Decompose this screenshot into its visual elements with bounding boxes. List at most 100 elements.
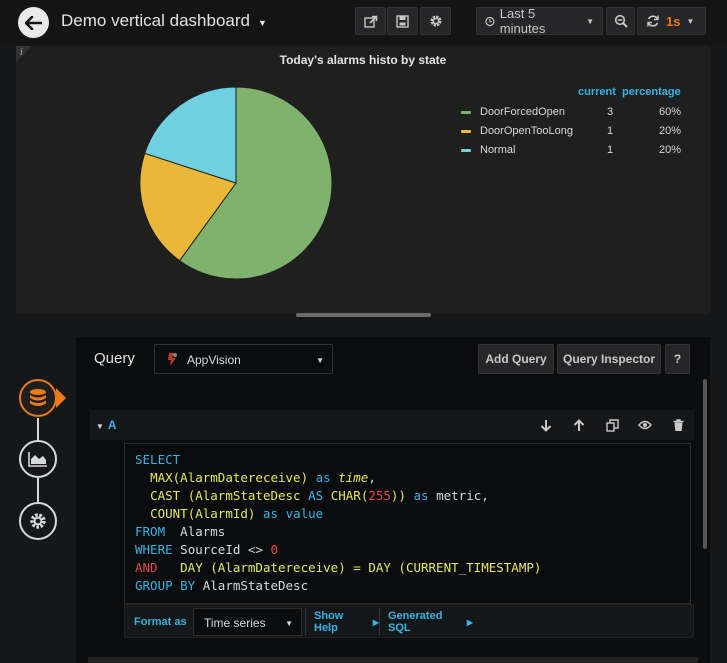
sql-text: )) <box>390 488 406 503</box>
datasource-picker[interactable]: AppVision ▼ <box>154 344 333 374</box>
appvision-logo-icon <box>168 353 177 366</box>
format-as-select[interactable]: Time series ▼ <box>193 608 302 636</box>
legend-current: 3 <box>607 106 614 118</box>
active-rail-pointer <box>56 388 66 408</box>
sql-text: AlarmStateDesc <box>202 578 309 593</box>
sql-function: CURRENT_TIMESTAMP <box>405 560 534 575</box>
sql-function: DAY <box>368 560 391 575</box>
pie-chart-panel: i Today's alarms histo by state current … <box>16 46 710 317</box>
query-inspector-button[interactable]: Query Inspector <box>557 344 661 374</box>
share-icon <box>363 15 377 28</box>
clock-icon <box>485 16 495 26</box>
legend-series-name: DoorOpenTooLong <box>480 125 573 137</box>
sql-text: , <box>368 470 376 485</box>
rail-connector <box>37 418 39 442</box>
legend-series-name: Normal <box>480 144 516 156</box>
save-dashboard-button[interactable] <box>387 7 418 35</box>
legend-percentage: 20% <box>659 125 682 137</box>
sql-alias: metric, <box>436 488 489 503</box>
sql-function: DAY <box>180 560 203 575</box>
sql-text: ( <box>390 560 406 575</box>
editor-scrollbar[interactable] <box>703 379 707 549</box>
help-button[interactable]: ? <box>665 344 690 374</box>
eye-icon <box>638 420 652 430</box>
settings-button[interactable] <box>420 7 451 35</box>
save-icon <box>396 14 409 28</box>
refresh-icon <box>647 15 659 27</box>
sql-keyword: FROM <box>135 524 166 539</box>
sql-alias: value <box>285 506 324 521</box>
panel-resize-handle[interactable] <box>296 313 431 317</box>
arrow-up-icon <box>573 418 585 431</box>
move-down-button[interactable] <box>538 417 554 433</box>
refresh-picker[interactable]: 1s ▼ <box>637 7 706 35</box>
sql-text: (AlarmId) <box>187 506 256 521</box>
format-as-label: Format as <box>134 616 187 628</box>
toggle-visibility-button[interactable] <box>637 417 653 433</box>
area-chart-icon <box>28 452 47 467</box>
rail-connector <box>37 478 39 504</box>
dashboard-title-dropdown[interactable]: Demo vertical dashboard ▼ <box>61 11 267 31</box>
back-button[interactable] <box>18 7 49 38</box>
legend-series-name: DoorForcedOpen <box>480 106 565 118</box>
legend-percentage: 20% <box>659 144 682 156</box>
legend-item[interactable]: Normal 1 20% <box>461 141 689 160</box>
sql-keyword: as <box>262 506 279 521</box>
caret-down-icon: ▼ <box>316 356 324 365</box>
time-range-picker[interactable]: Last 5 minutes ▼ <box>476 6 603 36</box>
format-options-bar: Format as Time series ▼ Show Help ▶ Gene… <box>124 604 694 638</box>
gear-icon <box>430 15 441 27</box>
sql-text: (AlarmDatereceive) = <box>202 560 369 575</box>
sql-function: MAX <box>150 470 173 485</box>
sql-text: ) <box>533 560 542 575</box>
query-editor: Query AppVision ▼ Add Query Query Inspec… <box>76 337 710 663</box>
copy-icon <box>605 418 619 432</box>
sql-keyword: as <box>413 488 429 503</box>
caret-right-icon: ▶ <box>466 617 473 627</box>
remove-query-button[interactable] <box>670 417 686 433</box>
dashboard-title: Demo vertical dashboard <box>61 11 250 30</box>
sql-table: Alarms <box>180 524 226 539</box>
legend-item[interactable]: DoorForcedOpen 3 60% <box>461 103 689 122</box>
top-navbar: Demo vertical dashboard ▼ Last 5 minutes… <box>0 0 727 44</box>
sql-keyword: AS <box>308 488 324 503</box>
query-ref-id: A <box>107 418 117 432</box>
next-row-edge <box>88 657 698 663</box>
sql-text: (AlarmDatereceive) <box>172 470 309 485</box>
generated-sql-label: Generated SQL <box>388 610 443 634</box>
legend-header-percentage[interactable]: percentage <box>622 86 681 98</box>
sql-function: CAST <box>150 488 181 503</box>
legend-percentage: 60% <box>659 106 682 118</box>
datasource-name: AppVision <box>187 353 241 367</box>
sql-text: SourceId <> <box>180 542 271 557</box>
sql-keyword: GROUP BY <box>135 578 196 593</box>
add-query-button[interactable]: Add Query <box>478 344 554 374</box>
legend-header-current[interactable]: current <box>578 86 616 98</box>
format-as-value: Time series <box>204 616 266 630</box>
sql-keyword: WHERE <box>135 542 173 557</box>
legend-current: 1 <box>607 144 614 156</box>
move-up-button[interactable] <box>571 417 587 433</box>
refresh-interval: 1s <box>666 13 681 29</box>
generated-sql-toggle[interactable]: Generated SQL ▶ <box>379 608 473 636</box>
sql-keyword: SELECT <box>135 452 181 467</box>
rail-queries-button[interactable] <box>19 379 57 417</box>
legend-swatch <box>461 149 471 152</box>
sql-function: CHAR <box>330 488 361 503</box>
share-button[interactable] <box>355 7 386 35</box>
duplicate-query-button[interactable] <box>604 417 620 433</box>
arrow-left-icon <box>25 15 42 30</box>
legend-item[interactable]: DoorOpenTooLong 1 20% <box>461 122 689 141</box>
show-help-label: Show Help <box>314 610 344 634</box>
query-section-label: Query <box>94 350 135 367</box>
sql-alias: time <box>338 470 369 485</box>
trash-icon <box>673 418 683 431</box>
sql-code-editor[interactable]: SELECT MAX(AlarmDatereceive) as time, CA… <box>124 443 691 604</box>
show-help-toggle[interactable]: Show Help ▶ <box>305 608 379 636</box>
caret-down-icon: ▼ <box>257 17 267 28</box>
sql-function: COUNT <box>150 506 188 521</box>
rail-general-button[interactable] <box>19 502 57 540</box>
rail-visualization-button[interactable] <box>19 440 57 478</box>
zoom-out-button[interactable] <box>606 7 635 35</box>
query-row-toggle[interactable]: ▼ A <box>96 418 117 432</box>
